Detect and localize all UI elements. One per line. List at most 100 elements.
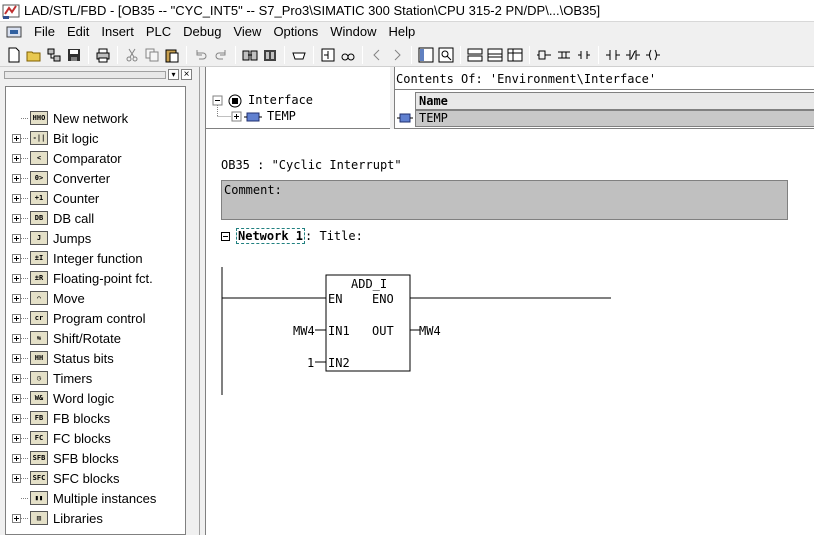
expand-icon[interactable] (12, 173, 21, 183)
menu-plc[interactable]: PLC (140, 22, 177, 42)
expand-icon[interactable] (12, 473, 21, 483)
menu-help[interactable]: Help (383, 22, 422, 42)
tree-item[interactable]: W& Word logic (6, 388, 114, 408)
tree-item-label: Timers (53, 370, 93, 386)
tree-item[interactable]: -|| Bit logic (6, 128, 99, 148)
panel-close-icon[interactable]: × (181, 69, 192, 80)
tree-item[interactable]: < Comparator (6, 148, 122, 168)
new-button[interactable] (4, 45, 24, 65)
expand-icon[interactable] (12, 213, 21, 223)
monitor-button[interactable] (318, 45, 338, 65)
contents-of-header: Contents Of: 'Environment\Interface' (395, 70, 814, 90)
tree-item[interactable]: ⌒ Move (6, 288, 85, 308)
normally-closed-contact-button[interactable] (623, 45, 643, 65)
block-insert-icon (537, 50, 551, 59)
tree-item[interactable]: HHO New network (6, 108, 128, 128)
save-button[interactable] (64, 45, 84, 65)
expand-icon[interactable] (12, 333, 21, 343)
menu-insert[interactable]: Insert (95, 22, 140, 42)
expand-icon[interactable] (12, 293, 21, 303)
cut-button[interactable] (122, 45, 142, 65)
tree-item[interactable]: 0> Converter (6, 168, 110, 188)
tree-item[interactable]: FC FC blocks (6, 428, 111, 448)
expand-icon[interactable] (12, 413, 21, 423)
name-column-header[interactable]: Name (415, 92, 814, 110)
undo-icon (196, 49, 207, 59)
toolbar-separator (117, 45, 118, 64)
tree-item[interactable]: ±I Integer function (6, 248, 143, 268)
expand-icon[interactable] (12, 453, 21, 463)
expand-icon[interactable] (12, 273, 21, 283)
tree-item[interactable]: ±R Floating-point fct. (6, 268, 153, 288)
expand-icon[interactable] (12, 353, 21, 363)
toolbar-separator (186, 45, 187, 64)
menu-window[interactable]: Window (324, 22, 382, 42)
expand-icon[interactable] (12, 153, 21, 163)
accessible-nodes-button[interactable] (44, 45, 64, 65)
tree-item[interactable]: ⇆ Shift/Rotate (6, 328, 121, 348)
redo-icon (215, 49, 226, 59)
menu-options[interactable]: Options (267, 22, 324, 42)
expand-icon[interactable] (12, 393, 21, 403)
coil-button[interactable] (643, 45, 663, 65)
call-structure-button[interactable] (485, 45, 505, 65)
in1-operand[interactable]: MW4 (293, 324, 315, 338)
expand-icon[interactable] (12, 433, 21, 443)
menu-file[interactable]: File (28, 22, 61, 42)
expand-icon[interactable] (12, 313, 21, 323)
multiple-instances-icon: ▮▮ (30, 491, 48, 505)
next-button[interactable] (387, 45, 407, 65)
normally-open-contact-button[interactable] (603, 45, 623, 65)
tree-item[interactable]: FB FB blocks (6, 408, 110, 428)
tree-connector (21, 477, 28, 479)
tree-item[interactable]: ◷ Timers (6, 368, 92, 388)
in2-operand[interactable]: 1 (307, 356, 314, 370)
undo-button[interactable] (191, 45, 211, 65)
paste-button[interactable] (162, 45, 182, 65)
glasses-button[interactable] (338, 45, 358, 65)
redo-button[interactable] (211, 45, 231, 65)
network-editor[interactable]: OB35 : "Cyclic Interrupt" Comment: Netwo… (206, 129, 814, 535)
menu-view[interactable]: View (227, 22, 267, 42)
tree-item[interactable]: DB DB call (6, 208, 94, 228)
expand-icon[interactable] (12, 513, 21, 523)
tree-item[interactable]: +1 Counter (6, 188, 99, 208)
tree-item[interactable]: cr Program control (6, 308, 145, 328)
print-button[interactable] (93, 45, 113, 65)
parallel-button[interactable] (574, 45, 594, 65)
out-operand[interactable]: MW4 (419, 324, 441, 338)
copy-button[interactable] (142, 45, 162, 65)
expand-icon[interactable] (12, 373, 21, 383)
tree-item[interactable]: J Jumps (6, 228, 91, 248)
document-menu-icon[interactable] (6, 25, 22, 39)
tree-item[interactable]: ▮▮ Multiple instances (6, 488, 156, 508)
previous-button[interactable] (367, 45, 387, 65)
temp-node-label[interactable]: TEMP (267, 109, 296, 123)
menu-debug[interactable]: Debug (177, 22, 227, 42)
menu-edit[interactable]: Edit (61, 22, 95, 42)
tree-connector (21, 297, 28, 299)
upload-button[interactable] (260, 45, 280, 65)
temp-row[interactable]: TEMP (415, 110, 814, 127)
tree-item[interactable]: SFC SFC blocks (6, 468, 119, 488)
tree-item-label: SFB blocks (53, 450, 119, 466)
symbol-table-button[interactable] (505, 45, 525, 65)
expand-icon[interactable] (12, 193, 21, 203)
module-button[interactable] (289, 45, 309, 65)
tree-item[interactable]: SFB SFB blocks (6, 448, 119, 468)
open-button[interactable] (24, 45, 44, 65)
panel-pin-icon[interactable]: ▾ (168, 69, 179, 80)
details-button[interactable] (436, 45, 456, 65)
download-button[interactable] (240, 45, 260, 65)
expand-icon[interactable] (12, 253, 21, 263)
tree-item[interactable]: ▥ Libraries (6, 508, 103, 528)
branch-button[interactable] (554, 45, 574, 65)
interface-node-label[interactable]: Interface (248, 93, 313, 107)
block-insert-button[interactable] (534, 45, 554, 65)
tree-item[interactable]: HH Status bits (6, 348, 114, 368)
expand-icon[interactable] (12, 233, 21, 243)
overview-button[interactable] (416, 45, 436, 65)
program-elements-button[interactable] (465, 45, 485, 65)
expand-icon[interactable] (12, 133, 21, 143)
